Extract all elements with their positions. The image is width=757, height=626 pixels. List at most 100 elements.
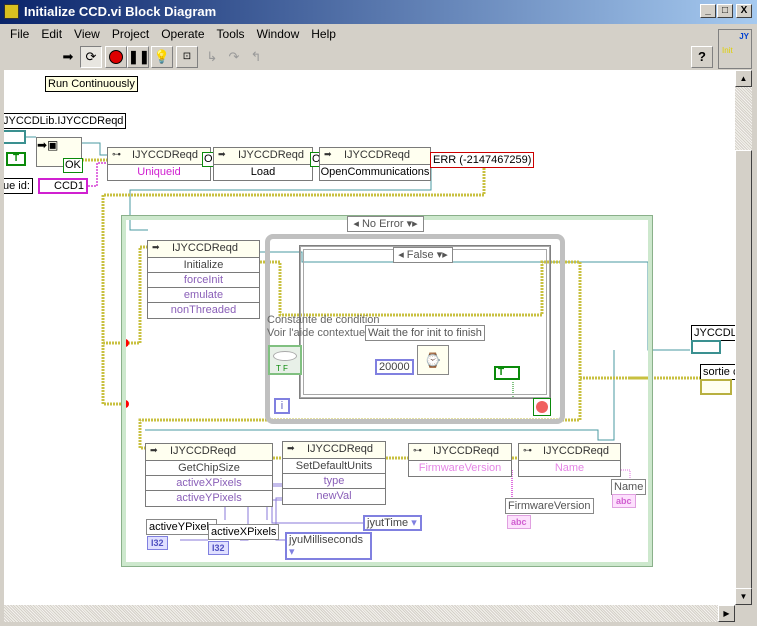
node-row: SetDefaultUnits bbox=[283, 459, 385, 474]
refnum-control[interactable] bbox=[4, 130, 26, 144]
true-constant[interactable]: T bbox=[494, 366, 520, 380]
error-out-label: sortie c bbox=[700, 364, 735, 380]
name-label: Name bbox=[611, 479, 647, 495]
node-class: IJYCCDReqd bbox=[170, 445, 237, 457]
block-diagram-canvas[interactable]: Run Continuously JYCCDLib.IJYCCDReqd T ➡… bbox=[4, 70, 735, 605]
menu-project[interactable]: Project bbox=[106, 24, 155, 44]
active-x-pixels-label: activeXPixels bbox=[208, 524, 280, 540]
load-method-node[interactable]: ➡ IJYCCDReqd Load bbox=[213, 147, 313, 181]
menu-edit[interactable]: Edit bbox=[35, 24, 68, 44]
method-icon: ➡ bbox=[218, 149, 226, 159]
menu-view[interactable]: View bbox=[68, 24, 106, 44]
open-communications-method-node[interactable]: ➡ IJYCCDReqd OpenCommunications bbox=[319, 147, 431, 181]
wait-ms-constant[interactable]: 20000 bbox=[375, 359, 414, 375]
vertical-scroll-thumb[interactable] bbox=[735, 150, 752, 590]
refnum-indicator[interactable] bbox=[691, 340, 721, 354]
run-continuously-icon[interactable]: ⟳ bbox=[80, 46, 102, 68]
scroll-right-button[interactable]: ▶ bbox=[718, 605, 735, 622]
node-row: newVal bbox=[316, 490, 352, 502]
enum-value: jyutTime bbox=[367, 517, 409, 529]
condition-label-line: Voir l'aide contextuelle bbox=[267, 327, 377, 339]
comment: Wait the for init to finish bbox=[365, 325, 485, 341]
method-icon: ➡ bbox=[287, 443, 295, 453]
menu-tools[interactable]: Tools bbox=[211, 24, 251, 44]
property-icon: ⊶ bbox=[523, 445, 532, 455]
labview-vi-icon bbox=[4, 4, 19, 19]
property-icon: ⊶ bbox=[413, 445, 422, 455]
vi-icon: JY Init bbox=[718, 29, 752, 69]
case-selector[interactable]: ◂ No Error ▾▸ bbox=[347, 216, 424, 232]
unique-id-constant[interactable]: CCD1 bbox=[38, 178, 88, 194]
node-class: IJYCCDReqd bbox=[344, 149, 411, 161]
condition-label-line: Constante de condition bbox=[267, 314, 380, 326]
tf-label: T F bbox=[276, 364, 288, 373]
node-class: IJYCCDReqd bbox=[543, 445, 610, 457]
run-arrow-icon[interactable]: ➡ bbox=[57, 46, 79, 68]
node-row: Initialize bbox=[148, 258, 259, 273]
close-button[interactable]: X bbox=[736, 4, 752, 18]
setdefaultunits-method-node[interactable]: ➡ IJYCCDReqd SetDefaultUnits type newVal bbox=[282, 441, 386, 505]
node-class: IJYCCDReqd bbox=[307, 443, 374, 455]
jyu-milliseconds-enum[interactable]: jyuMilliseconds ▾ bbox=[285, 532, 372, 560]
inner-case-selector-value: False bbox=[406, 249, 434, 261]
vertical-scrollbar[interactable]: ▲ ▼ bbox=[735, 70, 752, 605]
condition-label: Constante de condition Voir l'aide conte… bbox=[267, 314, 380, 340]
wait-ms-icon[interactable]: ⌚ bbox=[417, 345, 449, 375]
firmwareversion-property-node[interactable]: ⊶ IJYCCDReqd FirmwareVersion bbox=[408, 443, 512, 477]
initialize-method-node[interactable]: ➡ IJYCCDReqd Initialize forceInit emulate… bbox=[147, 240, 260, 319]
horizontal-scrollbar[interactable]: ▶ bbox=[4, 605, 735, 622]
node-row: forceInit bbox=[148, 273, 259, 288]
menu-help[interactable]: Help bbox=[305, 24, 342, 44]
name-property-node[interactable]: ⊶ IJYCCDReqd Name bbox=[518, 443, 621, 477]
method-icon: ➡ bbox=[152, 242, 160, 252]
pause-icon[interactable]: ❚❚ bbox=[127, 46, 150, 68]
node-class: IJYCCDReqd bbox=[433, 445, 500, 457]
active-x-pixels-indicator[interactable]: I32 bbox=[208, 541, 229, 555]
active-y-pixels-label: activeYPixels bbox=[146, 519, 218, 535]
node-row: activeXPixels bbox=[146, 476, 272, 491]
getchipsize-method-node[interactable]: ➡ IJYCCDReqd GetChipSize activeXPixels ac… bbox=[145, 443, 273, 507]
active-y-pixels-indicator[interactable]: I32 bbox=[147, 536, 168, 550]
jyut-time-enum[interactable]: jyutTime ▾ bbox=[363, 515, 422, 531]
step-into-icon[interactable]: ↳ bbox=[201, 46, 223, 68]
boolean-control[interactable]: T F bbox=[268, 345, 302, 375]
scroll-down-button[interactable]: ▼ bbox=[735, 588, 752, 605]
boolean-constant[interactable]: T bbox=[6, 152, 26, 166]
node-row: activeYPixels bbox=[176, 492, 242, 504]
node-class: IJYCCDReqd bbox=[132, 149, 199, 161]
name-indicator[interactable]: abc bbox=[612, 494, 636, 508]
case-selector-value: No Error bbox=[361, 218, 404, 230]
window-title: Initialize CCD.vi Block Diagram bbox=[24, 4, 217, 19]
enum-value: jyuMilliseconds bbox=[289, 534, 363, 546]
step-over-icon[interactable]: ↷ bbox=[223, 46, 245, 68]
node-row: OpenCommunications bbox=[320, 166, 430, 178]
menu-window[interactable]: Window bbox=[251, 24, 306, 44]
inner-case-selector[interactable]: ◂ False ▾▸ bbox=[393, 247, 453, 263]
stop-condition-icon[interactable] bbox=[533, 398, 551, 416]
unique-id-label: ue id: bbox=[4, 178, 33, 194]
step-out-icon[interactable]: ↰ bbox=[245, 46, 267, 68]
node-row: nonThreaded bbox=[170, 304, 237, 316]
context-help-button[interactable]: ? bbox=[691, 46, 713, 68]
error-indicator: ERR (-2147467259) bbox=[430, 152, 535, 168]
retain-wire-values-icon[interactable]: ⊡ bbox=[176, 46, 198, 68]
firmware-version-indicator[interactable]: abc bbox=[507, 515, 531, 529]
firmware-version-label: FirmwareVersion bbox=[505, 498, 594, 514]
output-class-label: JYCCDLib bbox=[691, 325, 735, 341]
scroll-up-button[interactable]: ▲ bbox=[735, 70, 752, 87]
abort-icon[interactable] bbox=[105, 46, 127, 68]
node-row: GetChipSize bbox=[146, 461, 272, 476]
menu-operate[interactable]: Operate bbox=[155, 24, 210, 44]
uniqueid-property-node[interactable]: ⊶ IJYCCDReqd Uniqueid bbox=[107, 147, 211, 181]
menu-file[interactable]: File bbox=[4, 24, 35, 44]
method-icon: ➡ bbox=[150, 445, 158, 455]
ok-indicator: OK bbox=[63, 158, 83, 173]
minimize-button[interactable]: _ bbox=[700, 4, 716, 18]
highlight-execution-icon[interactable]: 💡 bbox=[151, 46, 173, 68]
node-class: IJYCCDReqd bbox=[238, 149, 305, 161]
method-icon: ➡ bbox=[324, 149, 332, 159]
vi-icon-text-bottom: Init bbox=[722, 46, 733, 55]
maximize-button[interactable]: □ bbox=[717, 4, 733, 18]
node-row: FirmwareVersion bbox=[418, 462, 502, 474]
error-out-indicator[interactable] bbox=[700, 379, 732, 395]
